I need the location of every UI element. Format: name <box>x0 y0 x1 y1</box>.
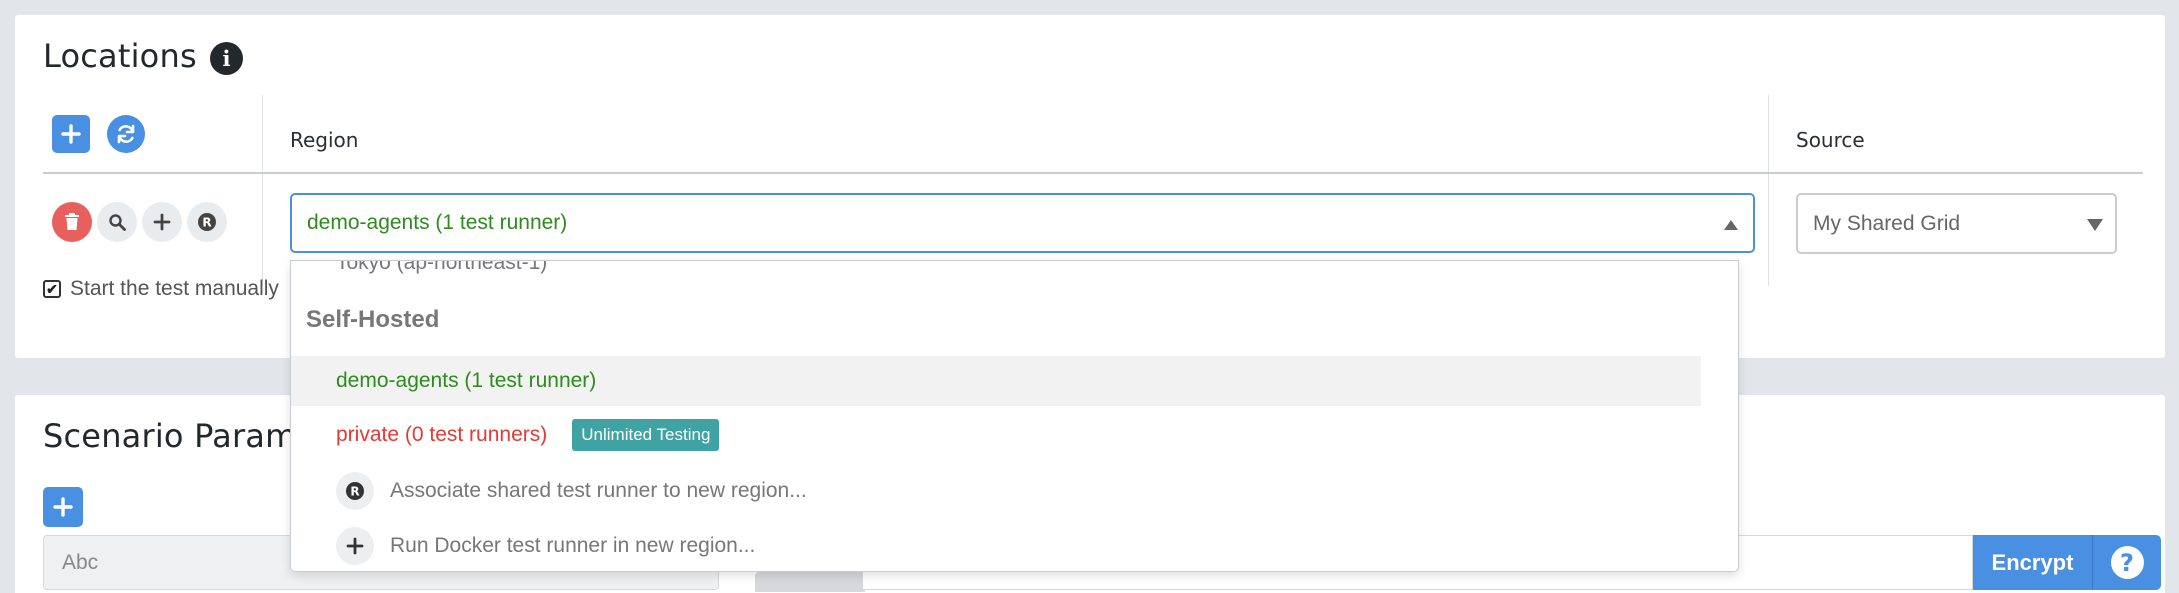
start-manually-option[interactable]: ✔ Start the test manually <box>43 277 279 301</box>
column-divider <box>262 95 263 286</box>
plus-icon <box>61 124 81 144</box>
info-circle-icon[interactable]: i <box>210 42 243 75</box>
refresh-icon <box>117 124 135 144</box>
plus-icon <box>336 527 374 565</box>
source-select-value: My Shared Grid <box>1813 211 1961 235</box>
associate-shared-runner-action[interactable]: R Associate shared test runner to new re… <box>336 471 807 511</box>
region-column-header: Region <box>290 128 359 152</box>
table-header-divider <box>43 172 2143 174</box>
svg-text:R: R <box>202 216 211 230</box>
search-location-button[interactable] <box>97 202 137 242</box>
help-button[interactable]: ? <box>2093 535 2161 590</box>
dropdown-group-label: Self-Hosted <box>306 306 440 333</box>
scenario-parameters-title: Scenario Param <box>43 417 297 455</box>
column-divider <box>1768 95 1769 286</box>
action-label: Associate shared test runner to new regi… <box>390 479 807 502</box>
add-location-button[interactable] <box>52 115 90 153</box>
source-column-header: Source <box>1796 128 1865 152</box>
start-manually-checkbox[interactable]: ✔ <box>43 280 61 298</box>
encrypt-button[interactable]: Encrypt <box>1973 535 2093 590</box>
trash-icon <box>65 213 79 230</box>
refresh-locations-button[interactable] <box>107 115 145 153</box>
plus-icon <box>53 497 73 517</box>
region-select-value: demo-agents (1 test runner) <box>307 211 568 234</box>
associate-runner-button[interactable]: R <box>187 202 227 242</box>
caret-up-icon <box>1724 220 1738 230</box>
unlimited-testing-badge: Unlimited Testing <box>572 419 720 451</box>
question-circle-icon: ? <box>2110 546 2144 579</box>
source-select[interactable]: My Shared Grid <box>1796 193 2117 254</box>
search-icon <box>109 214 126 231</box>
option-label: demo-agents (1 test runner) <box>336 369 597 392</box>
locations-title: Locations <box>43 37 197 75</box>
run-docker-runner-action[interactable]: Run Docker test runner in new region... <box>336 526 755 566</box>
registered-icon: R <box>198 213 216 231</box>
delete-location-button[interactable] <box>52 202 92 242</box>
registered-icon: R <box>336 472 374 510</box>
parameter-name-placeholder: Abc <box>62 550 99 574</box>
region-dropdown-menu: Tokyo (ap-northeast-1) Self-Hosted demo-… <box>290 260 1739 572</box>
add-runner-button[interactable] <box>142 202 182 242</box>
action-label: Run Docker test runner in new region... <box>390 534 756 557</box>
dropdown-option-tokyo[interactable]: Tokyo (ap-northeast-1) <box>336 261 547 275</box>
svg-text:R: R <box>350 485 359 499</box>
option-label: private (0 test runners) <box>336 423 548 446</box>
start-manually-label: Start the test manually <box>70 277 279 300</box>
caret-down-icon <box>2087 219 2103 231</box>
plus-icon <box>153 213 171 231</box>
dropdown-option-demo-agents[interactable]: demo-agents (1 test runner) <box>291 356 1701 406</box>
dropdown-option-private[interactable]: private (0 test runners) Unlimited Testi… <box>291 410 1701 460</box>
parameter-type-addon <box>755 572 865 592</box>
region-select[interactable]: demo-agents (1 test runner) <box>290 193 1755 253</box>
add-parameter-button[interactable] <box>43 487 83 527</box>
